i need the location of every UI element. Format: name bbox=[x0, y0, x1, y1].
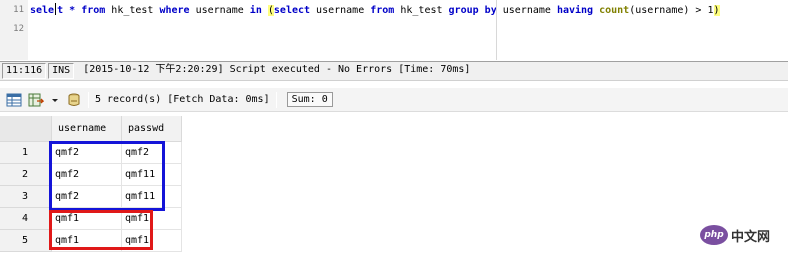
code-token: username bbox=[310, 5, 371, 16]
table-row[interactable]: 3 qmf2 qmf11 bbox=[0, 186, 182, 208]
row-number[interactable]: 2 bbox=[0, 164, 52, 186]
cell-passwd[interactable]: qmf1 bbox=[122, 208, 182, 230]
sum-display: Sum: 0 bbox=[286, 92, 333, 107]
column-header-username[interactable]: username bbox=[52, 116, 122, 142]
row-number[interactable]: 4 bbox=[0, 208, 52, 230]
cursor-position: 11:116 bbox=[2, 63, 47, 79]
sql-editor[interactable]: 11 12 sele t * from hk_test where usernam… bbox=[0, 0, 788, 60]
keyword-from: from bbox=[370, 5, 395, 16]
php-cn-watermark: php 中文网 bbox=[700, 222, 786, 248]
keyword-in: in bbox=[249, 5, 262, 16]
editor-margin-line bbox=[496, 0, 497, 60]
bracket-close: ) bbox=[713, 5, 720, 16]
keyword-where: where bbox=[159, 5, 190, 16]
table-row[interactable]: 1 qmf2 qmf2 bbox=[0, 142, 182, 164]
sql-code-line[interactable]: sele t * from hk_test where username in (… bbox=[30, 3, 720, 17]
table-row[interactable]: 5 qmf1 qmf1 bbox=[0, 230, 182, 252]
cell-passwd[interactable]: qmf11 bbox=[122, 164, 182, 186]
cell-passwd[interactable]: qmf1 bbox=[122, 230, 182, 252]
code-token: username bbox=[496, 5, 557, 16]
row-number[interactable]: 1 bbox=[0, 142, 52, 164]
toolbar-separator bbox=[275, 91, 277, 108]
code-token: hk_test bbox=[105, 5, 160, 16]
line-number-gutter: 11 12 bbox=[0, 0, 28, 60]
status-bar: 11:116 INS [2015-10-12 下午2:20:29] Script… bbox=[0, 61, 788, 81]
grid-view-icon[interactable] bbox=[6, 92, 22, 108]
cell-username[interactable]: qmf2 bbox=[52, 186, 122, 208]
code-token: (username) > 1 bbox=[629, 5, 714, 16]
cell-passwd[interactable]: qmf2 bbox=[122, 142, 182, 164]
php-logo-badge: php bbox=[700, 225, 728, 245]
code-token: hk_test bbox=[394, 5, 449, 16]
keyword-by: by bbox=[484, 5, 497, 16]
function-count: count bbox=[599, 5, 630, 16]
export-icon[interactable] bbox=[28, 92, 45, 108]
result-toolbar: 5 record(s) [Fetch Data: 0ms] Sum: 0 bbox=[0, 88, 788, 112]
cell-passwd[interactable]: qmf11 bbox=[122, 186, 182, 208]
keyword-from: from bbox=[81, 5, 106, 16]
table-row[interactable]: 4 qmf1 qmf1 bbox=[0, 208, 182, 230]
row-number[interactable]: 5 bbox=[0, 230, 52, 252]
dropdown-arrow-icon[interactable] bbox=[50, 92, 60, 108]
grid-corner-header[interactable] bbox=[0, 116, 52, 142]
code-token: t * bbox=[57, 5, 82, 16]
keyword-having: having bbox=[556, 5, 594, 16]
cell-username[interactable]: qmf1 bbox=[52, 230, 122, 252]
row-number[interactable]: 3 bbox=[0, 186, 52, 208]
watermark-text: 中文网 bbox=[731, 229, 771, 245]
text-cursor bbox=[55, 3, 57, 15]
cell-username[interactable]: qmf2 bbox=[52, 164, 122, 186]
status-message: [2015-10-12 下午2:20:29] Script executed -… bbox=[80, 63, 474, 79]
table-row[interactable]: 2 qmf2 qmf11 bbox=[0, 164, 182, 186]
cell-username[interactable]: qmf1 bbox=[52, 208, 122, 230]
column-header-passwd[interactable]: passwd bbox=[122, 116, 182, 142]
filter-icon[interactable] bbox=[66, 92, 82, 108]
cell-username[interactable]: qmf2 bbox=[52, 142, 122, 164]
code-token: username bbox=[189, 5, 250, 16]
toolbar-separator bbox=[88, 91, 89, 108]
record-count-info: 5 record(s) [Fetch Data: 0ms] bbox=[95, 94, 270, 105]
line-number: 12 bbox=[13, 24, 24, 34]
line-number: 11 bbox=[13, 5, 24, 15]
keyword-group: group bbox=[448, 5, 479, 16]
result-grid[interactable]: username passwd 1 qmf2 qmf2 2 qmf2 qmf11… bbox=[0, 116, 788, 253]
insert-mode: INS bbox=[48, 63, 75, 79]
code-token: sele bbox=[30, 5, 55, 16]
keyword-select: select bbox=[273, 5, 311, 16]
